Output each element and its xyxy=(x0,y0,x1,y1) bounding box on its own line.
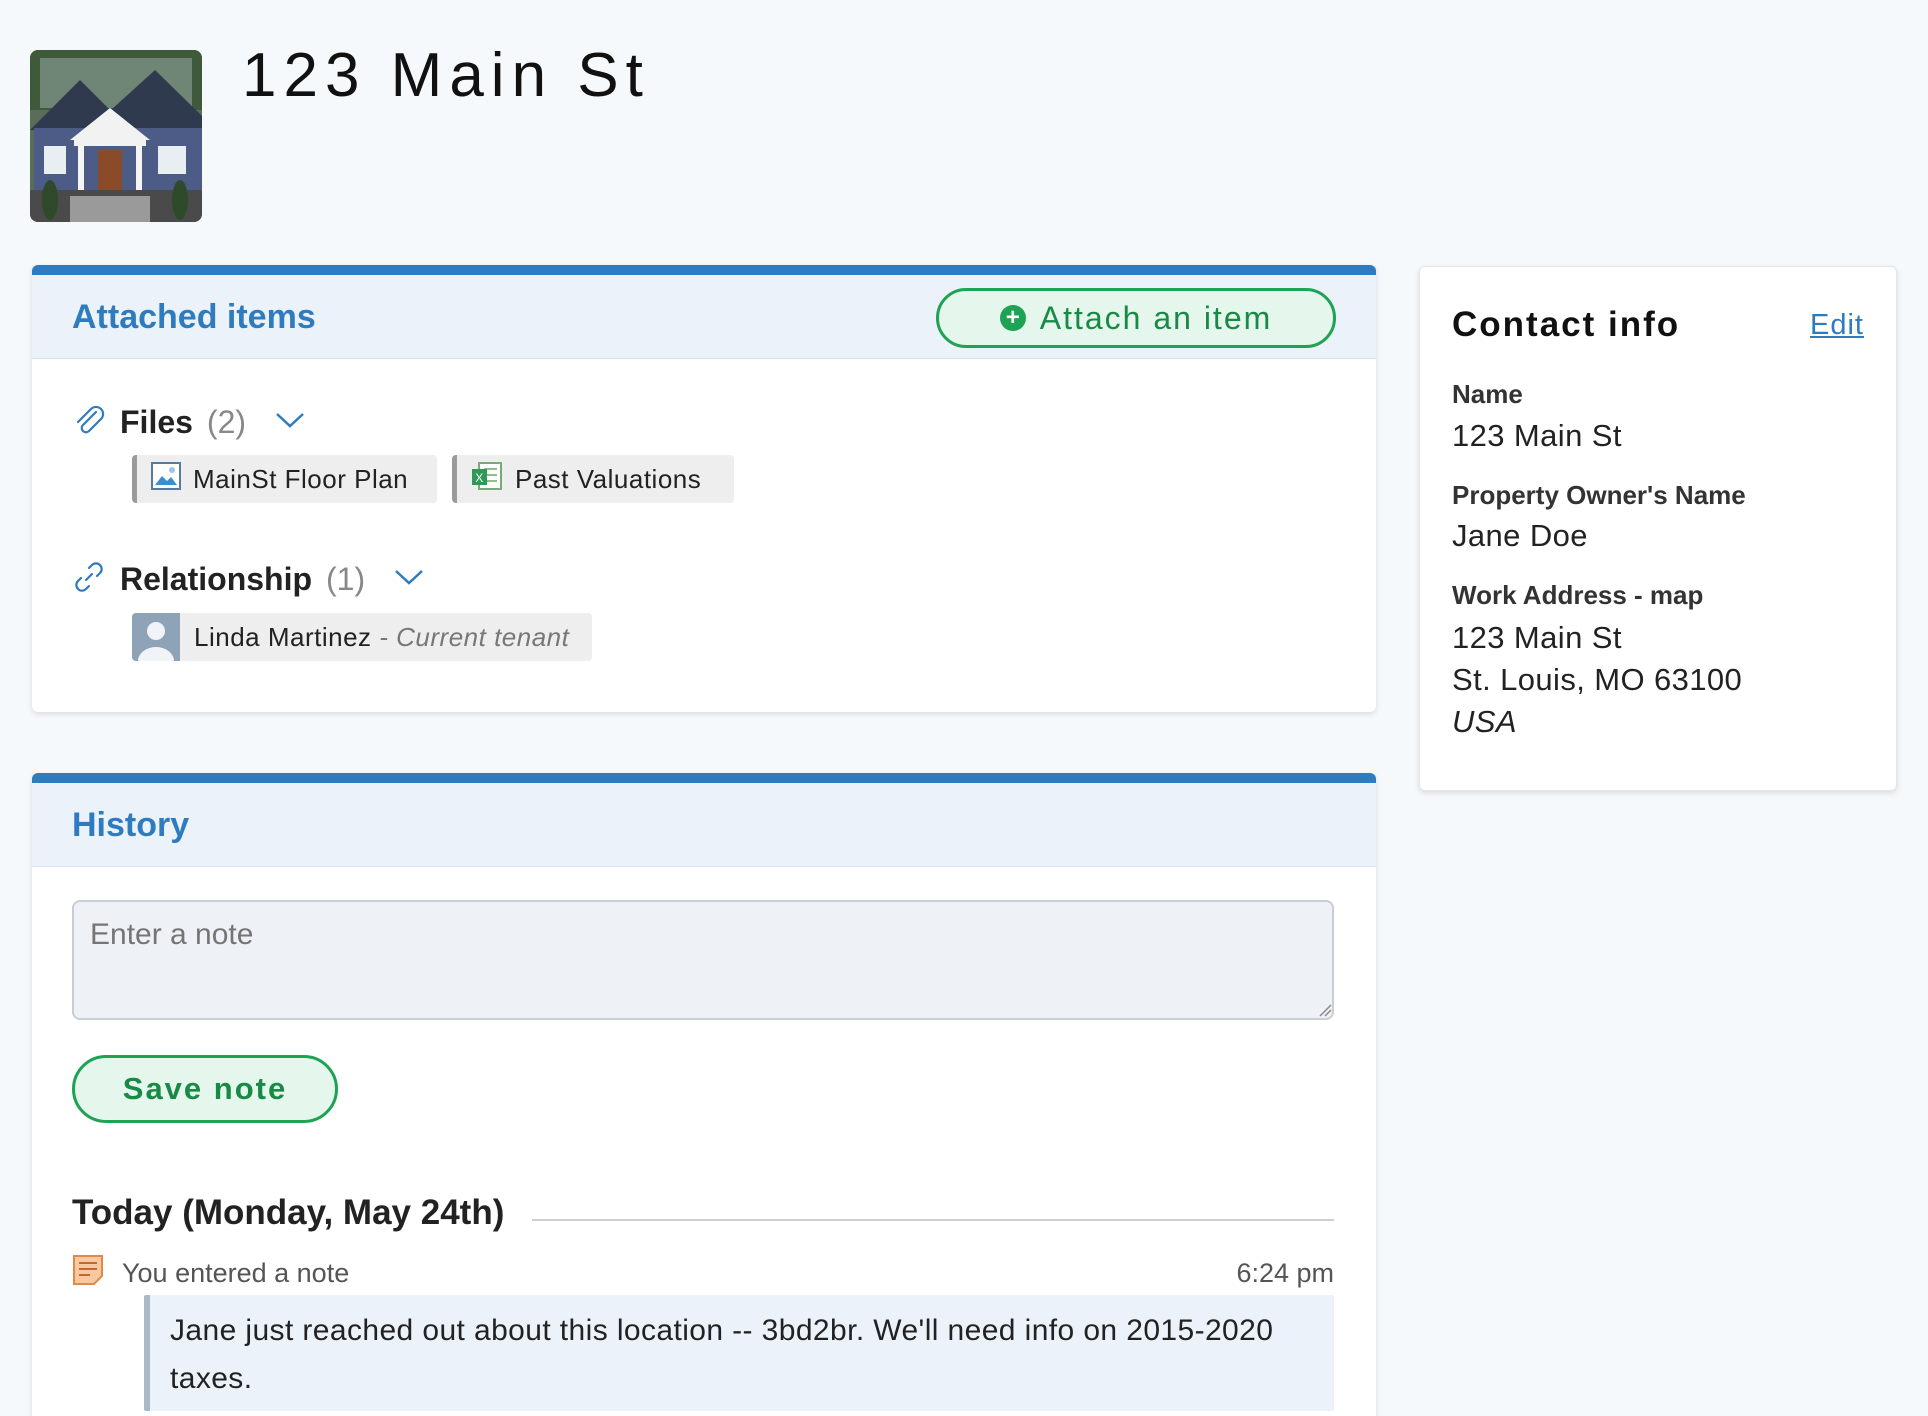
page-title: 123 Main St xyxy=(242,41,650,110)
person-name: Linda Martinez xyxy=(194,621,372,652)
file-chip-floor-plan[interactable]: MainSt Floor Plan xyxy=(132,455,437,503)
day-divider xyxy=(532,1219,1334,1221)
address-line-2: St. Louis, MO 63100 xyxy=(1452,662,1743,697)
entry-time: 6:24 pm xyxy=(1236,1257,1334,1288)
history-entry-header: You entered a note 6:24 pm xyxy=(72,1253,1334,1293)
file-name: Past Valuations xyxy=(515,463,702,494)
address-country: USA xyxy=(1452,704,1517,739)
owner-label: Property Owner's Name xyxy=(1452,480,1746,510)
attach-item-button[interactable]: + Attach an item xyxy=(936,288,1336,348)
person-role: - Current tenant xyxy=(371,621,570,652)
address-line-1: 123 Main St xyxy=(1452,620,1622,655)
note-body: Jane just reached out about this locatio… xyxy=(144,1295,1334,1411)
owner-value: Jane Doe xyxy=(1452,518,1588,553)
history-header: History xyxy=(32,783,1376,867)
files-count: (2) xyxy=(206,404,247,440)
attach-item-label: Attach an item xyxy=(1039,299,1273,336)
relationship-count: (1) xyxy=(326,561,366,597)
relationship-label: Relationship xyxy=(120,561,313,597)
file-name: MainSt Floor Plan xyxy=(193,463,409,494)
chevron-down-icon[interactable] xyxy=(393,567,425,592)
plus-circle-icon: + xyxy=(999,305,1026,331)
files-label: Files xyxy=(120,404,193,440)
attached-items-header: Attached items + Attach an item xyxy=(32,275,1376,359)
edit-contact-link[interactable]: Edit xyxy=(1810,309,1864,342)
history-title: History xyxy=(72,806,190,844)
svg-text:X: X xyxy=(475,471,484,485)
history-card: History Save note Today (Monday, May 24t… xyxy=(32,773,1376,1416)
work-address-label[interactable]: Work Address - map xyxy=(1452,580,1703,611)
image-file-icon xyxy=(151,461,181,497)
property-thumbnail xyxy=(30,50,202,222)
files-section-header[interactable]: Files (2) xyxy=(72,403,306,442)
contact-info-title: Contact info xyxy=(1452,305,1681,344)
note-input[interactable] xyxy=(72,900,1334,1020)
file-chip-past-valuations[interactable]: X Past Valuations xyxy=(452,455,734,503)
link-icon xyxy=(72,560,106,599)
save-note-button[interactable]: Save note xyxy=(72,1055,338,1123)
name-value: 123 Main St xyxy=(1452,418,1622,453)
note-icon xyxy=(72,1254,104,1293)
chevron-down-icon[interactable] xyxy=(274,410,306,435)
excel-file-icon: X xyxy=(471,461,503,498)
relationship-chip-linda-martinez[interactable]: Linda Martinez - Current tenant xyxy=(132,613,592,661)
day-heading: Today (Monday, May 24th) xyxy=(72,1193,505,1232)
contact-info-card: Contact info Edit Name 123 Main St Prope… xyxy=(1419,266,1897,791)
paperclip-icon xyxy=(72,403,106,442)
relationship-section-header[interactable]: Relationship (1) xyxy=(72,560,425,599)
avatar xyxy=(132,613,180,661)
name-label: Name xyxy=(1452,379,1523,409)
entry-action: You entered a note xyxy=(122,1257,350,1288)
attached-items-card: Attached items + Attach an item Files (2… xyxy=(32,265,1376,712)
attached-items-title: Attached items xyxy=(72,298,316,336)
resize-grip-icon[interactable] xyxy=(1318,1003,1332,1022)
